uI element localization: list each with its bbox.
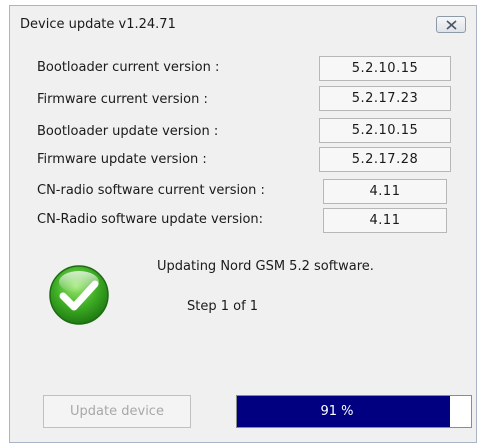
progress-bar: 91 % — [236, 395, 472, 428]
progress-label: 91 % — [320, 404, 354, 419]
close-icon — [446, 20, 457, 30]
device-update-window: Device update v1.24.71 Bootloader curren… — [9, 5, 477, 443]
firmware-update-value: 5.2.17.28 — [319, 147, 451, 172]
status-message: Updating Nord GSM 5.2 software. — [157, 259, 374, 274]
bootloader-update-value: 5.2.10.15 — [319, 118, 451, 143]
bootloader-current-value: 5.2.10.15 — [319, 56, 451, 81]
window-title: Device update v1.24.71 — [20, 17, 176, 32]
cn-radio-current-value: 4.11 — [323, 179, 447, 204]
update-device-button[interactable]: Update device — [43, 395, 191, 428]
title-bar[interactable]: Device update v1.24.71 — [10, 6, 476, 40]
cn-radio-current-label: CN-radio software current version : — [37, 183, 265, 198]
bootloader-current-label: Bootloader current version : — [37, 60, 220, 75]
success-check-icon — [49, 265, 109, 325]
close-button[interactable] — [436, 16, 466, 33]
cn-radio-update-value: 4.11 — [323, 208, 447, 233]
bootloader-update-label: Bootloader update version : — [37, 124, 219, 139]
step-indicator: Step 1 of 1 — [187, 299, 259, 314]
cn-radio-update-label: CN-Radio software update version: — [37, 212, 264, 227]
firmware-current-value: 5.2.17.23 — [319, 86, 451, 111]
firmware-current-label: Firmware current version : — [37, 92, 208, 107]
firmware-update-label: Firmware update version : — [37, 152, 207, 167]
